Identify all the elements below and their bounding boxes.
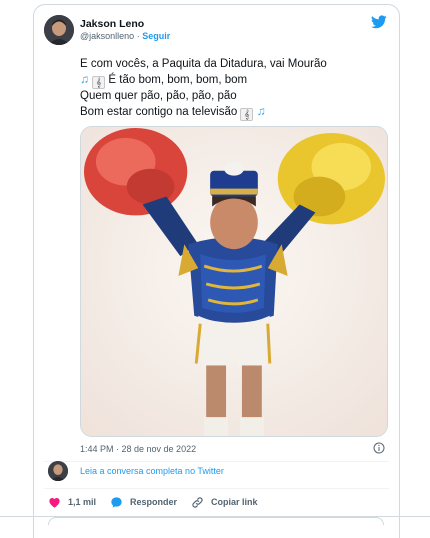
musical-score-emoji: 𝄞 [240, 108, 254, 121]
embedded-tweet-card: Jakson Leno @jaksonlleno · Seguir E com … [33, 4, 400, 538]
tweet-line-1: E com vocês, a Paquita da Ditadura, vai … [80, 58, 327, 70]
like-count: 1,1 mil [68, 497, 97, 507]
tweet-actions: 1,1 mil Responder Copiar link [48, 494, 272, 510]
copy-link-button[interactable]: Copiar link [191, 496, 258, 509]
reply-button[interactable]: Responder [110, 496, 177, 509]
page-divider [0, 516, 430, 517]
reply-bubble-icon [111, 496, 122, 508]
meta-separator: · [136, 31, 140, 41]
link-icon [192, 496, 203, 508]
tweet-line-2: ♫ 𝄞 É tão bom, bom, bom, bom [80, 72, 390, 89]
tweet-photo[interactable] [80, 126, 388, 437]
like-button[interactable]: 1,1 mil [48, 496, 96, 509]
reader-avatar[interactable] [48, 461, 68, 481]
author-name[interactable]: Jakson Leno [80, 18, 144, 30]
reply-label: Responder [130, 497, 178, 507]
musical-notes-emoji: ♫ [256, 104, 266, 118]
divider [44, 488, 389, 489]
read-full-conversation-link[interactable]: Leia a conversa completa no Twitter [80, 466, 224, 476]
twitter-bird-icon[interactable] [371, 15, 387, 29]
author-handle[interactable]: @jaksonlleno [80, 31, 134, 41]
musical-notes-emoji: ♫ [80, 72, 89, 86]
tweet-timestamp[interactable]: 1:44 PM · 28 de nov de 2022 [80, 444, 196, 454]
reply-box-edge [48, 517, 384, 525]
copy-link-label: Copiar link [211, 497, 258, 507]
red-pompom [83, 127, 188, 216]
musical-score-emoji: 𝄞 [92, 76, 106, 89]
info-icon[interactable] [373, 442, 385, 454]
tweet-text: E com vocês, a Paquita da Ditadura, vai … [80, 57, 390, 121]
heart-icon [49, 497, 60, 508]
tweet-line-4: Bom estar contigo na televisão 𝄞 ♫ [80, 104, 390, 121]
author-avatar[interactable] [44, 15, 74, 45]
tweet-line-4-text: Bom estar contigo na televisão [80, 106, 238, 118]
tweet-line-2-text: É tão bom, bom, bom, bom [108, 74, 248, 86]
tweet-line-3: Quem quer pão, pão, pão, pão [80, 90, 237, 102]
divider [44, 461, 389, 462]
follow-button[interactable]: Seguir [142, 31, 170, 41]
author-meta: @jaksonlleno · Seguir [80, 31, 170, 41]
